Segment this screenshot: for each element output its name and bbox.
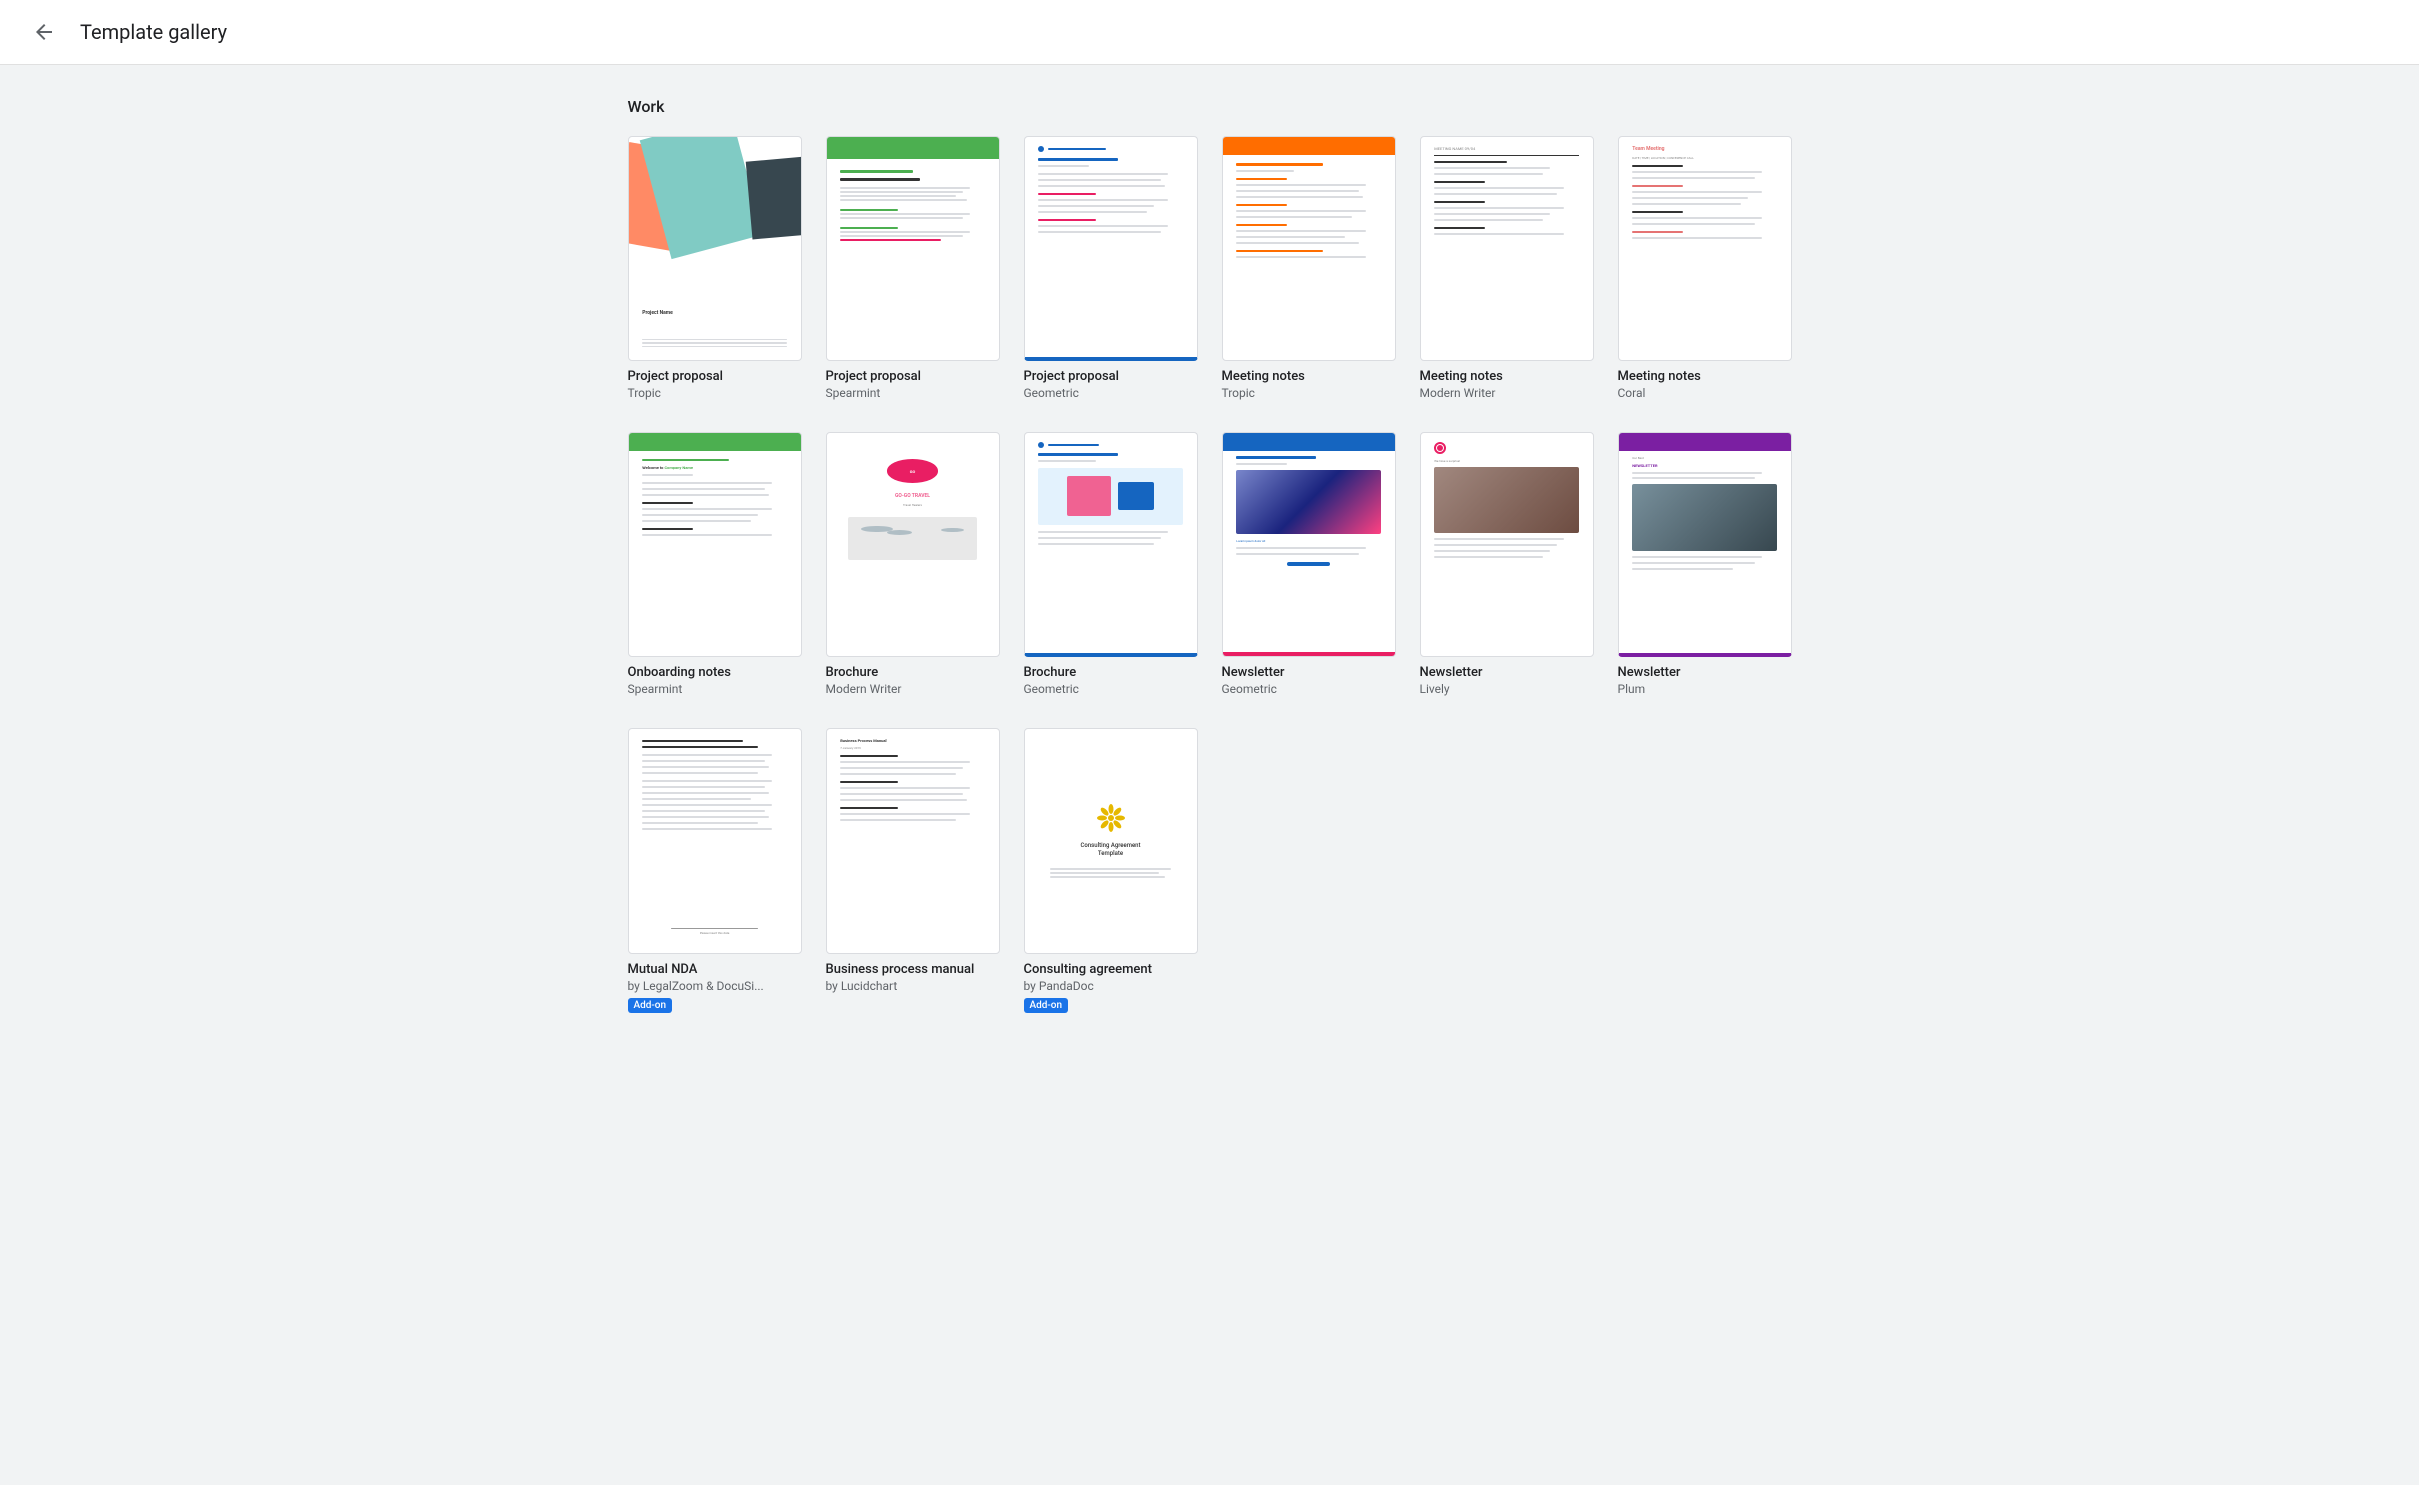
page-title: Template gallery [80,20,227,44]
template-thumbnail: Consulting AgreementTemplate [1024,728,1198,953]
template-thumbnail [1024,136,1198,361]
back-icon [32,20,56,44]
template-thumbnail [1222,136,1396,361]
template-thumbnail [1024,432,1198,657]
template-thumbnail: GO GO-GO TRAVEL Travel Healers [826,432,1000,657]
template-name: Newsletter [1420,665,1594,680]
template-sub: Modern Writer [1420,386,1594,400]
thumb-lines [642,339,787,350]
template-sub: Spearmint [826,386,1000,400]
template-sub: Plum [1618,682,1792,696]
template-sub: Geometric [1024,682,1198,696]
template-sub: by Lucidchart [826,979,1000,993]
template-thumbnail: Please insert this date [628,728,802,953]
template-name: Project proposal [826,369,1000,384]
addon-badge: Add-on [1024,998,1069,1013]
template-thumbnail: Lorem ipsum dolor sit [1222,432,1396,657]
section-title: Work [628,97,1792,116]
template-card-newsletter-lively[interactable]: We have a surprise! Newsletter Lively [1420,432,1594,696]
main-content: Work Project Name Project proposal T [580,65,1840,1077]
template-card-meeting-notes-modern[interactable]: MEETING NAME 09/04 [1420,136,1594,400]
template-name: Project proposal [1024,369,1198,384]
template-card-project-proposal-spearmint[interactable]: Project proposal Spearmint [826,136,1000,400]
template-name: Mutual NDA [628,962,802,977]
template-sub: by PandaDoc [1024,979,1198,993]
template-name: Newsletter [1222,665,1396,680]
template-name: Newsletter [1618,665,1792,680]
template-name: Meeting notes [1222,369,1396,384]
template-row-1: Project Name Project proposal Tropic [628,136,1792,400]
thumb-text: Project Name [642,310,673,316]
flower-icon [1095,802,1127,834]
template-row-3: Please insert this date Mutual NDA by Le… [628,728,1792,1012]
template-thumbnail: MEETING NAME 09/04 [1420,136,1594,361]
template-name: Project proposal [628,369,802,384]
template-thumbnail: Our Best NEWSLETTER [1618,432,1792,657]
template-row-2: Welcome to Company Name Onboarding notes [628,432,1792,696]
app-header: Template gallery [0,0,2419,65]
template-name: Onboarding notes [628,665,802,680]
template-name: Meeting notes [1618,369,1792,384]
template-sub: Coral [1618,386,1792,400]
template-card-mutual-nda[interactable]: Please insert this date Mutual NDA by Le… [628,728,802,1012]
template-sub: Modern Writer [826,682,1000,696]
template-card-business-process-manual[interactable]: Business Process Manual 7 January 2019 [826,728,1000,1012]
template-sub: Lively [1420,682,1594,696]
template-card-onboarding-spearmint[interactable]: Welcome to Company Name Onboarding notes [628,432,802,696]
template-sub: Geometric [1024,386,1198,400]
work-section: Work Project Name Project proposal T [628,97,1792,1013]
addon-badge: Add-on [628,998,673,1013]
template-sub: by LegalZoom & DocuSi... [628,979,802,993]
template-name: Business process manual [826,962,1000,977]
template-thumbnail: We have a surprise! [1420,432,1594,657]
template-card-project-proposal-tropic[interactable]: Project Name Project proposal Tropic [628,136,802,400]
template-name: Consulting agreement [1024,962,1198,977]
template-card-newsletter-geometric[interactable]: Lorem ipsum dolor sit Newsletter Geometr… [1222,432,1396,696]
template-card-brochure-modern[interactable]: GO GO-GO TRAVEL Travel Healers Brochure … [826,432,1000,696]
template-thumbnail: Team Meeting DATE | TIME | LOCATION | CO… [1618,136,1792,361]
template-card-consulting-agreement[interactable]: Consulting AgreementTemplate Consulting … [1024,728,1198,1012]
template-sub: Spearmint [628,682,802,696]
template-sub: Geometric [1222,682,1396,696]
template-thumbnail [826,136,1000,361]
template-sub: Tropic [628,386,802,400]
back-button[interactable] [24,12,64,52]
template-name: Brochure [1024,665,1198,680]
template-card-newsletter-plum[interactable]: Our Best NEWSLETTER Newsletter Plum [1618,432,1792,696]
template-card-meeting-notes-coral[interactable]: Team Meeting DATE | TIME | LOCATION | CO… [1618,136,1792,400]
template-thumbnail: Welcome to Company Name [628,432,802,657]
template-name: Meeting notes [1420,369,1594,384]
template-card-brochure-geometric[interactable]: Brochure Geometric [1024,432,1198,696]
template-card-meeting-notes-tropic[interactable]: Meeting notes Tropic [1222,136,1396,400]
template-name: Brochure [826,665,1000,680]
template-sub: Tropic [1222,386,1396,400]
template-thumbnail: Project Name [628,136,802,361]
template-card-project-proposal-geometric[interactable]: Project proposal Geometric [1024,136,1198,400]
template-thumbnail: Business Process Manual 7 January 2019 [826,728,1000,953]
